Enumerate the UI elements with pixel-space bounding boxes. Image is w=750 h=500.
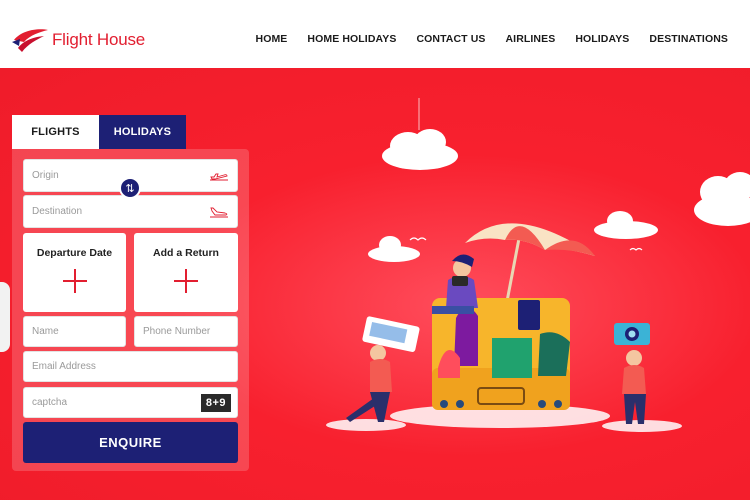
search-tabs: FLIGHTS HOLIDAYS (12, 115, 186, 149)
enquiry-form: ⇅ Departure Date Add a Return (12, 149, 249, 471)
return-date-picker[interactable]: Add a Return (134, 233, 238, 312)
logo-wing-icon (12, 29, 48, 52)
return-date-label: Add a Return (153, 247, 219, 259)
captcha-code: 8+9 (200, 393, 231, 412)
traveller-sitting-icon (432, 254, 478, 314)
tab-flights[interactable]: FLIGHTS (12, 115, 99, 149)
plus-icon (174, 269, 198, 293)
cloud-icon (694, 172, 750, 226)
swap-button[interactable]: ⇅ (119, 177, 141, 199)
phone-input[interactable] (143, 326, 237, 337)
captcha-field[interactable]: 8+9 (23, 387, 238, 418)
email-field[interactable] (23, 351, 238, 382)
brand-name: Flight House (52, 30, 146, 49)
plus-icon (62, 269, 87, 293)
nav-destinations[interactable]: DESTINATIONS (649, 33, 728, 45)
traveller-camera-icon (614, 323, 650, 424)
nav-airlines[interactable]: AIRLINES (506, 33, 556, 45)
hero-section: FLIGHTS HOLIDAYS ⇅ Departure Date Add (0, 68, 750, 500)
tab-holidays[interactable]: HOLIDAYS (99, 115, 186, 149)
destination-field[interactable] (23, 195, 238, 228)
name-field[interactable] (23, 316, 126, 347)
brand-logo[interactable]: Flight House (12, 26, 145, 54)
name-input[interactable] (32, 326, 125, 337)
cloud-icon (382, 129, 458, 170)
site-header: Flight House HOME HOME HOLIDAYS CONTACT … (0, 0, 750, 68)
email-input[interactable] (32, 361, 237, 372)
nav-holidays[interactable]: HOLIDAYS (575, 33, 629, 45)
phone-field[interactable] (134, 316, 238, 347)
departure-date-picker[interactable]: Departure Date (23, 233, 126, 312)
destination-input[interactable] (32, 206, 237, 217)
traveller-ticket-icon (346, 316, 420, 422)
suitcase-icon (432, 298, 570, 410)
nav-contact-us[interactable]: CONTACT US (416, 33, 485, 45)
nav-home[interactable]: HOME (256, 33, 288, 45)
cloud-icon (594, 211, 658, 239)
takeoff-icon (210, 173, 228, 180)
swap-icon: ⇅ (125, 182, 135, 195)
cloud-icon (368, 236, 420, 262)
beach-umbrella-icon (465, 223, 595, 339)
side-handle[interactable] (0, 282, 10, 352)
enquire-button[interactable]: ENQUIRE (23, 422, 238, 463)
main-nav: HOME HOME HOLIDAYS CONTACT US AIRLINES H… (256, 33, 728, 45)
departure-date-label: Departure Date (36, 247, 113, 259)
nav-home-holidays[interactable]: HOME HOLIDAYS (307, 33, 396, 45)
landing-icon (210, 207, 228, 217)
